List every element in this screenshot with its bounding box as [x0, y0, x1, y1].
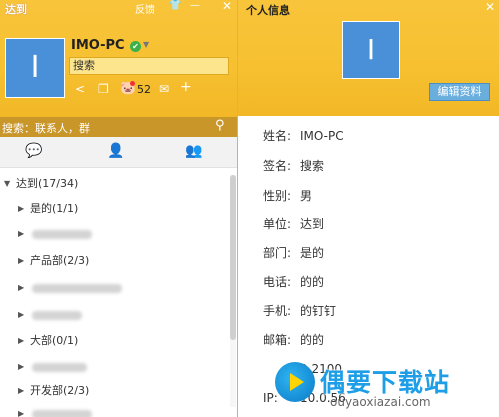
scrollbar-thumb[interactable]	[230, 175, 236, 340]
info-row-name: 姓名: IMO-PC	[263, 127, 344, 145]
tree-item[interactable]: ▶	[0, 305, 230, 325]
main-panel: 达到 反馈 👕 — ✕ I IMO-PC ✔ ▼ 搜索 < ❐ 🐷 52 ✉ +…	[0, 0, 237, 417]
avatar-letter: I	[30, 50, 40, 85]
info-key: 部门:	[263, 246, 292, 260]
search-bar[interactable]: 搜索：联系人，群 ⚲	[0, 117, 237, 137]
tree-item[interactable]: ▶	[0, 357, 230, 377]
coin-count: 52	[137, 83, 151, 96]
tree-item-label: 开发部(2/3)	[30, 384, 90, 397]
minimize-button[interactable]: —	[190, 0, 200, 11]
watermark-logo-icon	[275, 362, 315, 402]
info-key: 性别:	[263, 189, 292, 203]
search-icon[interactable]: ⚲	[215, 118, 225, 133]
info-key: 单位:	[263, 217, 292, 231]
collapse-arrow-icon[interactable]: ▶	[18, 305, 24, 325]
signature-input[interactable]: 搜索	[69, 57, 229, 75]
watermark-text: 偶要下载站	[320, 368, 451, 397]
info-row-mobile: 手机: 的钉钉	[263, 302, 336, 320]
tab-groups-icon[interactable]: 👥	[185, 143, 202, 159]
info-key: 手机:	[263, 304, 292, 318]
notification-badge	[130, 81, 135, 86]
tree-item[interactable]: ▶ 是的(1/1)	[0, 199, 230, 219]
edit-profile-button[interactable]: 编辑资料	[429, 83, 490, 101]
tree-item[interactable]: ▶ 开发部(2/3)	[0, 381, 230, 401]
tree-root-label: 达到(17/34)	[16, 177, 79, 190]
user-name: IMO-PC	[71, 38, 125, 53]
avatar[interactable]: I	[5, 38, 65, 98]
info-row-email: 邮箱: 的的	[263, 331, 324, 349]
avatar-letter: I	[366, 33, 376, 66]
shirt-icon[interactable]: 👕	[169, 0, 181, 11]
mail-icon[interactable]: ✉	[159, 82, 169, 96]
profile-info-window: 个人信息 ✕ I 编辑资料 姓名: IMO-PC 签名: 搜索 性别: 男 单位: 达到…	[237, 0, 499, 417]
collapse-arrow-icon[interactable]: ▶	[18, 381, 24, 401]
info-key: 邮箱:	[263, 333, 292, 347]
info-value: 的的	[300, 333, 325, 347]
collapse-arrow-icon[interactable]: ▶	[18, 251, 24, 271]
info-row-phone: 电话: 的的	[263, 273, 324, 291]
tree-item[interactable]: ▶ 产品部(2/3)	[0, 251, 230, 271]
collapse-arrow-icon[interactable]: ▶	[18, 404, 24, 417]
info-value: 搜索	[300, 159, 325, 173]
collapse-arrow-icon[interactable]: ▶	[18, 331, 24, 351]
tree-item[interactable]: ▶	[0, 404, 230, 417]
info-key: 姓名:	[263, 129, 292, 143]
info-header: 个人信息 ✕ I 编辑资料	[238, 0, 499, 116]
tree-item-label: 大部(0/1)	[30, 334, 79, 347]
info-value: 的钉钉	[300, 304, 337, 318]
redacted-label	[32, 363, 87, 372]
collapse-arrow-icon[interactable]: ▶	[18, 199, 24, 219]
info-value: 达到	[300, 217, 325, 231]
info-row-department: 部门: 是的	[263, 244, 324, 262]
plus-icon[interactable]: +	[180, 79, 192, 95]
tab-contacts-icon[interactable]: 👤	[107, 143, 124, 159]
avatar: I	[342, 21, 400, 79]
info-value: IMO-PC	[300, 129, 344, 143]
close-button[interactable]: ✕	[485, 0, 495, 14]
redacted-label	[32, 230, 92, 239]
online-check-icon[interactable]: ✔	[130, 41, 141, 52]
collapse-arrow-icon[interactable]: ▶	[18, 357, 24, 377]
info-value: 男	[300, 189, 313, 203]
tree-root[interactable]: ▼ 达到(17/34)	[0, 174, 230, 194]
tree-item[interactable]: ▶ 大部(0/1)	[0, 331, 230, 351]
redacted-label	[32, 284, 122, 293]
collapse-arrow-icon[interactable]: ▶	[18, 224, 24, 244]
windows-icon[interactable]: ❐	[98, 82, 109, 96]
info-key: 电话:	[263, 275, 292, 289]
watermark-url: ouyaoxiazai.com	[330, 395, 431, 409]
app-title: 达到	[5, 3, 27, 16]
info-value: 是的	[300, 246, 325, 260]
redacted-label	[32, 311, 82, 320]
search-placeholder[interactable]: 搜索：联系人，群	[2, 120, 90, 136]
info-row-company: 单位: 达到	[263, 215, 324, 233]
tree-item-label: 是的(1/1)	[30, 202, 79, 215]
info-row-signature: 签名: 搜索	[263, 157, 324, 175]
status-dropdown-icon[interactable]: ▼	[143, 40, 149, 49]
share-icon[interactable]: <	[75, 82, 85, 96]
tree-item[interactable]: ▶	[0, 224, 230, 244]
redacted-label	[32, 410, 92, 417]
contact-tabs: 💬 👤 👥	[0, 137, 237, 168]
info-value: 的的	[300, 275, 325, 289]
feedback-button[interactable]: 反馈	[135, 1, 155, 16]
collapse-arrow-icon[interactable]: ▶	[18, 278, 24, 298]
info-row-gender: 性别: 男	[263, 187, 312, 205]
window-title: 个人信息	[246, 4, 290, 17]
close-button[interactable]: ✕	[222, 0, 232, 13]
expand-arrow-icon[interactable]: ▼	[4, 174, 10, 194]
info-key: 签名:	[263, 159, 292, 173]
tab-messages-icon[interactable]: 💬	[25, 143, 42, 159]
tree-item-label: 产品部(2/3)	[30, 254, 90, 267]
tree-item[interactable]: ▶	[0, 278, 230, 298]
contact-tree: ▼ 达到(17/34) ▶ 是的(1/1) ▶ ▶ 产品部(2/3) ▶ ▶ ▶…	[0, 168, 230, 417]
profile-header: 达到 反馈 👕 — ✕ I IMO-PC ✔ ▼ 搜索 < ❐ 🐷 52 ✉ +	[0, 0, 237, 117]
